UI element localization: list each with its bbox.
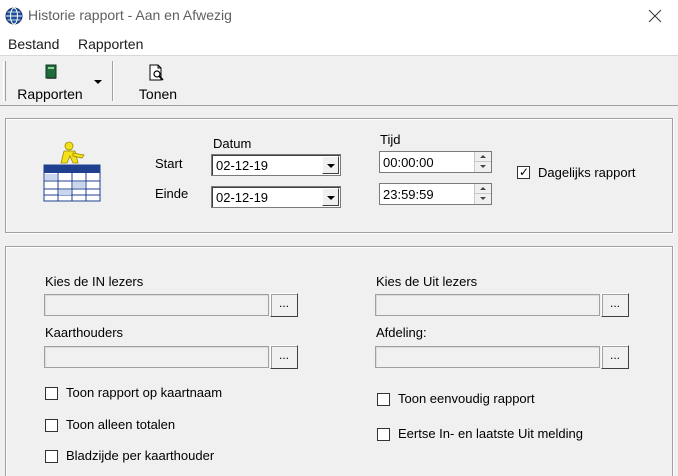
end-time-spinner[interactable]: 23:59:59 xyxy=(379,183,492,205)
daily-report-label: Dagelijks rapport xyxy=(538,165,636,180)
checkmark-icon: ✓ xyxy=(519,165,530,179)
spin-down-icon[interactable] xyxy=(474,162,491,172)
only-totals-label: Toon alleen totalen xyxy=(66,417,176,432)
in-readers-label: Kies de IN lezers xyxy=(45,274,144,289)
window-title: Historie rapport - Aan en Afwezig xyxy=(28,7,232,23)
spin-down-icon[interactable] xyxy=(474,194,491,204)
tonen-label: Tonen xyxy=(138,86,178,102)
tijd-header: Tijd xyxy=(380,132,401,147)
report-by-card-name-checkbox[interactable] xyxy=(45,387,58,400)
out-readers-label: Kies de Uit lezers xyxy=(376,274,478,289)
browse-label: ... xyxy=(609,348,620,362)
page-per-cardholder-checkbox[interactable] xyxy=(45,450,58,463)
einde-label: Einde xyxy=(155,186,189,201)
first-in-last-out-checkbox[interactable] xyxy=(377,428,390,441)
chevron-down-icon[interactable] xyxy=(322,188,339,206)
title-bar: Historie rapport - Aan en Afwezig xyxy=(0,0,678,32)
toolbar-separator xyxy=(112,61,114,101)
spin-up-icon[interactable] xyxy=(474,184,491,194)
in-readers-browse-button[interactable]: ... xyxy=(270,293,298,317)
report-by-card-name-label: Toon rapport op kaartnaam xyxy=(66,385,223,400)
start-date-value: 02-12-19 xyxy=(216,158,269,173)
end-date-value: 02-12-19 xyxy=(216,190,269,205)
cardholders-label: Kaarthouders xyxy=(45,325,124,340)
start-label: Start xyxy=(155,156,183,171)
globe-icon xyxy=(5,7,23,25)
close-button[interactable] xyxy=(632,0,678,32)
rapporten-dropdown-arrow[interactable] xyxy=(94,80,102,84)
simple-report-checkbox[interactable] xyxy=(377,393,390,406)
tonen-button[interactable]: Tonen xyxy=(130,58,186,104)
menu-bestand[interactable]: Bestand xyxy=(8,36,59,52)
spin-up-icon[interactable] xyxy=(474,152,491,162)
department-field[interactable] xyxy=(375,346,600,368)
rapporten-label: Rapporten xyxy=(17,86,83,102)
rapporten-button[interactable]: Rapporten xyxy=(10,58,104,104)
start-time-value: 00:00:00 xyxy=(383,155,434,170)
end-date-combo[interactable]: 02-12-19 xyxy=(211,186,341,208)
browse-label: ... xyxy=(278,296,289,310)
out-readers-field[interactable] xyxy=(375,294,600,316)
close-icon xyxy=(648,9,662,23)
chevron-down-icon[interactable] xyxy=(322,156,339,174)
page-per-cardholder-label: Bladzijde per kaarthouder xyxy=(66,448,215,463)
cardholders-browse-button[interactable]: ... xyxy=(270,345,298,369)
preview-document-icon xyxy=(149,64,164,81)
out-readers-browse-button[interactable]: ... xyxy=(601,293,629,317)
browse-label: ... xyxy=(278,348,289,362)
daily-report-checkbox[interactable]: ✓ xyxy=(517,165,530,179)
toolbar-grip[interactable] xyxy=(3,61,6,101)
end-time-value: 23:59:59 xyxy=(383,187,434,202)
cardholders-field[interactable] xyxy=(44,346,269,368)
toolbar: Rapporten Tonen xyxy=(0,56,678,106)
person-table-icon xyxy=(43,141,101,202)
only-totals-checkbox[interactable] xyxy=(45,419,58,432)
department-label: Afdeling: xyxy=(376,325,427,340)
menu-bar: Bestand Rapporten xyxy=(0,32,678,56)
first-in-last-out-label: Eertse In- en laatste Uit melding xyxy=(398,426,583,441)
menu-rapporten[interactable]: Rapporten xyxy=(78,36,143,52)
datum-header: Datum xyxy=(213,136,252,151)
department-browse-button[interactable]: ... xyxy=(601,345,629,369)
browse-label: ... xyxy=(609,296,620,310)
start-date-combo[interactable]: 02-12-19 xyxy=(211,154,341,176)
simple-report-label: Toon eenvoudig rapport xyxy=(398,391,535,406)
in-readers-field[interactable] xyxy=(44,294,269,316)
start-time-spinner[interactable]: 00:00:00 xyxy=(379,151,492,173)
book-icon xyxy=(45,64,57,79)
